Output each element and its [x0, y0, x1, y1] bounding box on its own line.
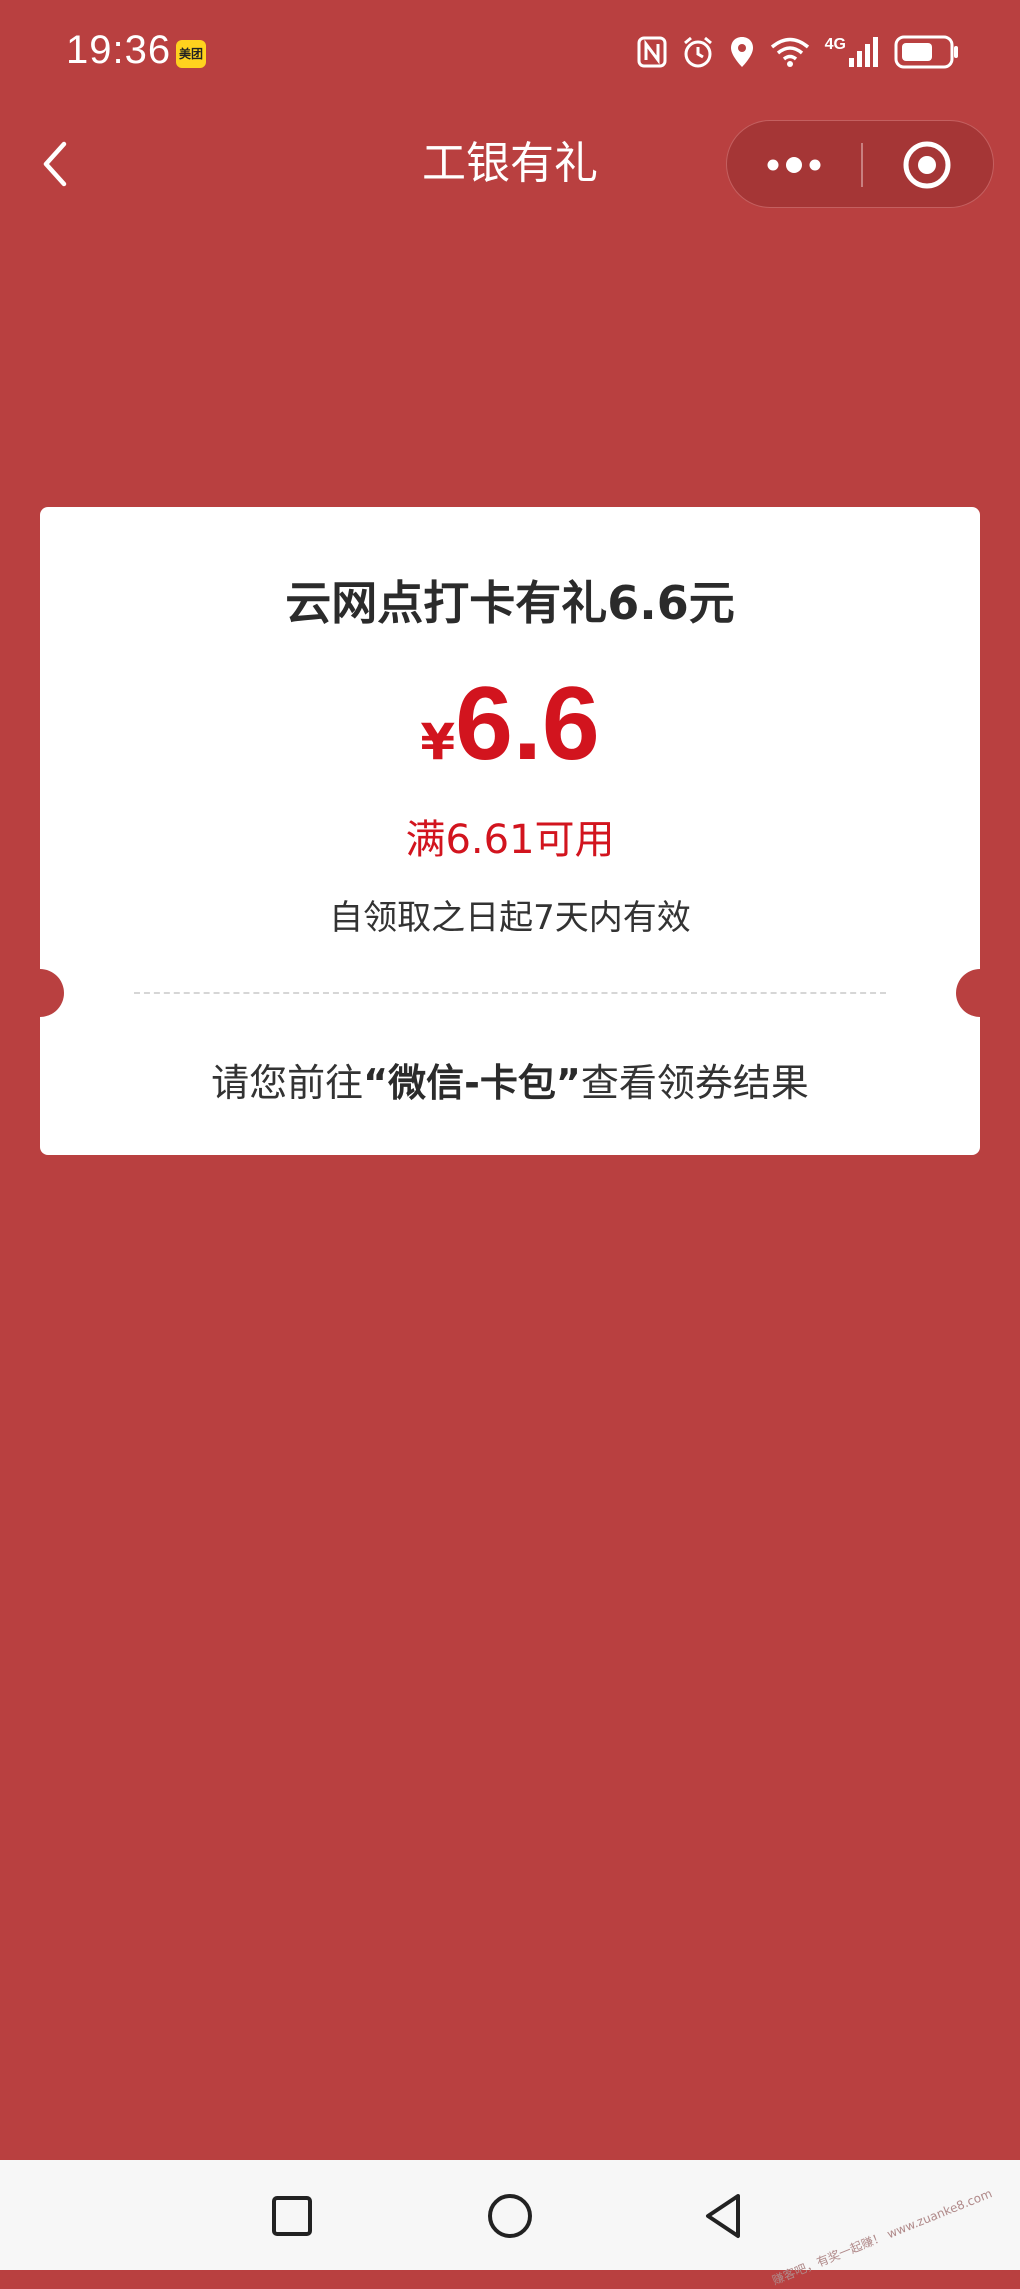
circle-icon: [488, 2194, 532, 2238]
status-bar: 19:36 美团 4G: [0, 0, 1020, 104]
recent-apps-button[interactable]: [260, 2184, 324, 2248]
location-icon: [730, 37, 753, 67]
currency-symbol: ¥: [420, 713, 456, 771]
hint-highlight: “微信-卡包”: [363, 1061, 581, 1105]
mini-program-capsule: [726, 120, 994, 208]
nav-bar: 工银有礼: [0, 104, 1020, 224]
alarm-icon: [683, 36, 712, 68]
nfc-icon: [637, 36, 667, 68]
hint-suffix: 查看领券结果: [580, 1061, 809, 1105]
wifi-icon: [770, 37, 809, 67]
battery-icon: [894, 35, 958, 69]
coupon-title: 云网点打卡有礼6.6元: [285, 576, 735, 630]
dashed-divider: [134, 992, 886, 994]
network-label: 4G: [824, 36, 846, 53]
square-icon: [272, 2196, 312, 2236]
coupon-threshold: 满6.61可用: [405, 817, 615, 863]
triangle-back-icon: [706, 2194, 740, 2238]
more-button[interactable]: [727, 121, 861, 209]
system-nav-bar: [0, 2160, 1020, 2270]
coupon-hint: 请您前往“微信-卡包”查看领券结果: [40, 1052, 980, 1107]
ticket-notch-right: [956, 969, 1004, 1017]
home-button[interactable]: [478, 2184, 542, 2248]
close-mini-program-button[interactable]: [863, 121, 995, 209]
status-time: 19:36: [66, 28, 172, 72]
target-circle-icon: [903, 141, 951, 189]
hint-prefix: 请您前往: [211, 1061, 364, 1105]
app-badge: 美团: [176, 40, 206, 68]
coupon-validity: 自领取之日起7天内有效: [329, 898, 691, 938]
signal-icon: [849, 37, 878, 67]
coupon-amount-row: ¥6.6: [40, 665, 980, 784]
coupon-card: 云网点打卡有礼6.6元 ¥6.6 满6.61可用 自领取之日起7天内有效 请您前…: [16, 507, 1004, 1155]
coupon-amount: 6.6: [455, 666, 600, 782]
more-dots-icon: [767, 157, 821, 173]
system-back-button[interactable]: [692, 2184, 756, 2248]
status-icons: 4G: [637, 30, 960, 74]
ticket-notch-left: [16, 969, 64, 1017]
